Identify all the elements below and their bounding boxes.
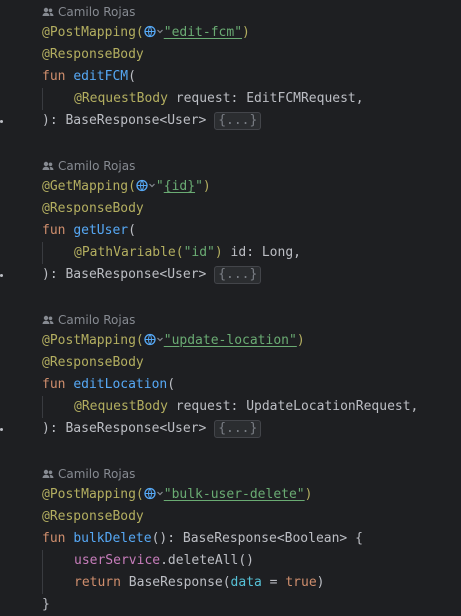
path-string[interactable]: "update-location" — [164, 333, 297, 348]
param-value: "id" — [183, 245, 215, 260]
annotation: @PostMapping( — [42, 487, 144, 502]
paren-close: ) — [316, 575, 325, 590]
folded-body[interactable]: {...} — [214, 266, 262, 284]
globe-endpoint-icon[interactable] — [144, 487, 164, 500]
param-annotation: @PathVariable( — [74, 245, 184, 260]
code-line: @ResponseBody — [42, 507, 144, 527]
indent-guide — [42, 88, 43, 110]
code-line: ): BaseResponse<User> {...} — [42, 419, 262, 439]
code-editor[interactable]: Camilo Rojas @PostMapping( "edit-fcm") @R… — [0, 0, 461, 616]
code-line: @PostMapping( "bulk-user-delete") — [42, 485, 312, 505]
indent-guide — [42, 242, 43, 264]
code-line: @RequestBody request: EditFCMRequest, — [74, 89, 364, 109]
param-annotation: @RequestBody — [74, 399, 168, 414]
annotation: @PostMapping( — [42, 333, 144, 348]
annotation: @GetMapping( — [42, 179, 136, 194]
author-name: Camilo Rojas — [58, 313, 136, 327]
boolean-literal: true — [285, 575, 317, 590]
gutter-marker — [0, 428, 3, 431]
gutter-marker — [0, 120, 3, 123]
users-icon — [42, 7, 54, 16]
code-line: fun editLocation( — [42, 375, 175, 395]
response-body-annotation: @ResponseBody — [42, 47, 144, 62]
gutter-marker — [0, 274, 3, 277]
indent-guide — [42, 396, 43, 418]
code-line: @PostMapping( "update-location") — [42, 331, 305, 351]
path-variable[interactable]: {id} — [164, 179, 195, 194]
code-line: ): BaseResponse<User> {...} — [42, 111, 262, 131]
function-name[interactable]: bulkDelete — [73, 531, 151, 546]
author-name: Camilo Rojas — [58, 159, 136, 173]
param-annotation-close: ) — [214, 245, 223, 260]
constructor-call: BaseResponse( — [128, 575, 231, 590]
folded-body[interactable]: {...} — [214, 420, 262, 438]
fun-keyword: fun — [42, 223, 74, 238]
param-annotation: @RequestBody — [74, 91, 168, 106]
indent-guide — [42, 550, 43, 594]
code-line: fun getUser( — [42, 221, 136, 241]
paren-open: ( — [128, 223, 136, 238]
author-name: Camilo Rojas — [58, 5, 136, 19]
fun-keyword: fun — [42, 531, 74, 546]
annotation-close: ) — [202, 179, 211, 194]
path-string[interactable]: "edit-fcm" — [164, 25, 242, 40]
response-body-annotation: @ResponseBody — [42, 201, 144, 216]
return-type: ): BaseResponse<User> — [42, 421, 215, 436]
fun-keyword: fun — [42, 377, 74, 392]
users-icon — [42, 161, 54, 170]
author-hint[interactable]: Camilo Rojas — [42, 156, 135, 176]
path-quote: " — [155, 179, 164, 194]
folded-body[interactable]: {...} — [214, 112, 262, 130]
globe-endpoint-icon[interactable] — [144, 333, 164, 346]
code-line: @PostMapping( "edit-fcm") — [42, 23, 250, 43]
code-line: @ResponseBody — [42, 45, 144, 65]
code-line: @ResponseBody — [42, 353, 144, 373]
return-type: ): BaseResponse<User> — [42, 113, 215, 128]
code-line: fun bulkDelete(): BaseResponse<Boolean> … — [42, 529, 363, 549]
return-type: ): BaseResponse<User> — [42, 267, 215, 282]
param-text: request: UpdateLocationRequest, — [167, 399, 419, 414]
method-call: .deleteAll() — [160, 553, 255, 568]
fun-keyword: fun — [42, 69, 74, 84]
code-line: fun editFCM( — [42, 67, 136, 87]
annotation-close: ) — [304, 487, 313, 502]
return-keyword: return — [74, 575, 129, 590]
service-reference[interactable]: userService — [74, 553, 160, 568]
code-line: @GetMapping( "{id}") — [42, 177, 211, 197]
author-hint[interactable]: Camilo Rojas — [42, 2, 135, 22]
path-quote: " — [195, 179, 203, 194]
function-name[interactable]: getUser — [73, 223, 128, 238]
annotation: @PostMapping( — [42, 25, 144, 40]
paren-open: ( — [167, 377, 176, 392]
code-line: @RequestBody request: UpdateLocationRequ… — [74, 397, 418, 417]
code-line: } — [42, 595, 50, 615]
function-name[interactable]: editFCM — [73, 69, 128, 84]
author-name: Camilo Rojas — [58, 467, 136, 481]
response-body-annotation: @ResponseBody — [42, 509, 144, 524]
users-icon — [42, 315, 54, 324]
response-body-annotation: @ResponseBody — [42, 355, 144, 370]
paren-open: ( — [128, 69, 136, 84]
function-name[interactable]: editLocation — [73, 377, 167, 392]
code-line: userService.deleteAll() — [74, 551, 254, 571]
closing-brace: } — [42, 597, 50, 612]
code-line: return BaseResponse(data = true) — [74, 573, 324, 593]
author-hint[interactable]: Camilo Rojas — [42, 464, 135, 484]
code-line: @PathVariable("id") id: Long, — [74, 243, 301, 263]
named-argument: data — [230, 575, 262, 590]
author-hint[interactable]: Camilo Rojas — [42, 310, 135, 330]
annotation-close: ) — [242, 25, 250, 40]
param-text: id: Long, — [222, 245, 301, 260]
code-line: @ResponseBody — [42, 199, 144, 219]
param-text: request: EditFCMRequest, — [167, 91, 364, 106]
code-line: ): BaseResponse<User> {...} — [42, 265, 262, 285]
users-icon — [42, 469, 54, 478]
globe-endpoint-icon[interactable] — [144, 25, 164, 38]
annotation-close: ) — [296, 333, 305, 348]
path-string[interactable]: "bulk-user-delete" — [164, 487, 305, 502]
function-signature: (): BaseResponse<Boolean> { — [151, 531, 363, 546]
equals-sign: = — [261, 575, 286, 590]
globe-endpoint-icon[interactable] — [136, 179, 156, 192]
